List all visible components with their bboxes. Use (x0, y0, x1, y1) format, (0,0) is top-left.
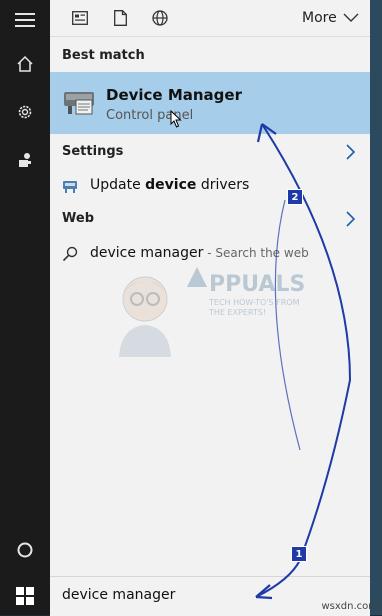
annotation-badge-2: 2 (287, 189, 303, 205)
annotation-badge-1: 1 (291, 546, 307, 562)
annotation-arrows (255, 123, 352, 600)
site-credit: wsxdn.com (321, 601, 378, 612)
